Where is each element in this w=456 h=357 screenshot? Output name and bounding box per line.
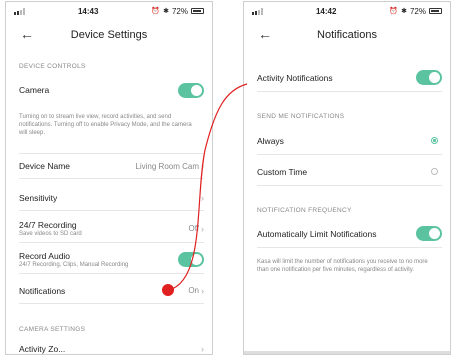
notifications-screen: 14:42 ⏰ ✱ 72% ← Notifications Activity N…	[243, 1, 451, 355]
record-audio-toggle[interactable]	[178, 252, 204, 267]
camera-row: Camera	[19, 77, 204, 103]
section-header-device-controls: DEVICE CONTROLS	[19, 63, 86, 70]
camera-toggle[interactable]	[178, 82, 204, 98]
nav-bar: ← Notifications	[244, 24, 450, 46]
battery-icon	[190, 8, 204, 14]
nav-bar: ← Device Settings	[6, 24, 212, 46]
auto-limit-label: Automatically Limit Notifications	[257, 228, 377, 239]
chevron-right-icon: ›	[201, 344, 204, 354]
always-option[interactable]: Always	[257, 127, 442, 155]
chevron-right-icon: ›	[201, 192, 204, 203]
device-settings-screen: 14:43 ⏰ ✱ 72% ← Device Settings DEVICE C…	[5, 1, 213, 355]
activity-notifications-toggle[interactable]	[416, 70, 442, 85]
record-audio-row: Record Audio 24/7 Recording, Clips, Manu…	[19, 246, 204, 274]
status-bar: 14:42 ⏰ ✱ 72%	[244, 2, 450, 20]
signal-icon	[252, 7, 263, 15]
camera-description: Turning on to stream live view, record a…	[19, 114, 192, 137]
notifications-row[interactable]: Notifications On ›	[19, 278, 204, 304]
device-name-label: Device Name	[19, 161, 71, 171]
battery-percent: 72%	[171, 6, 188, 16]
auto-limit-toggle[interactable]	[416, 226, 442, 241]
activity-zones-label: Activity Zo...	[19, 344, 66, 354]
record-audio-sublabel: 24/7 Recording, Clips, Manual Recording	[19, 262, 129, 268]
status-time: 14:43	[77, 6, 99, 16]
battery-percent: 72%	[409, 6, 426, 16]
activity-zones-row[interactable]: Activity Zo... ›	[19, 340, 204, 354]
page-title: Notifications	[317, 29, 377, 41]
sensitivity-row[interactable]: Sensitivity ›	[19, 185, 204, 211]
home-indicator	[244, 351, 450, 354]
activity-notifications-row: Activity Notifications	[257, 64, 442, 92]
chevron-right-icon: ›	[201, 223, 204, 234]
recording-value: Off	[188, 224, 199, 233]
recording-sublabel: Save videos to SD card	[19, 231, 82, 237]
notifications-label: Notifications	[19, 285, 66, 296]
chevron-right-icon: ›	[201, 285, 204, 296]
custom-time-radio[interactable]	[431, 168, 438, 175]
device-name-row[interactable]: Device Name Living Room Cam ›	[19, 153, 204, 179]
status-time: 14:42	[315, 6, 337, 16]
alarm-icon: ⏰	[389, 8, 399, 15]
section-header-frequency: NOTIFICATION FREQUENCY	[257, 207, 352, 214]
recording-label: 24/7 Recording	[19, 220, 77, 230]
section-header-send-me: SEND ME NOTIFICATIONS	[257, 113, 345, 120]
bluetooth-icon: ✱	[401, 8, 407, 15]
notifications-value: On	[188, 286, 199, 295]
page-title: Device Settings	[70, 29, 148, 41]
sensitivity-label: Sensitivity	[19, 192, 58, 203]
alarm-icon: ⏰	[151, 8, 161, 15]
record-audio-label: Record Audio	[19, 251, 71, 261]
bluetooth-icon: ✱	[163, 8, 169, 15]
device-name-value: Living Room Cam	[135, 161, 199, 171]
back-arrow-icon[interactable]: ←	[20, 26, 34, 42]
back-arrow-icon[interactable]: ←	[258, 26, 272, 42]
auto-limit-description: Kasa will limit the number of notificati…	[257, 259, 428, 274]
always-radio[interactable]	[431, 137, 438, 144]
always-label: Always	[257, 135, 284, 146]
battery-icon	[428, 8, 442, 14]
auto-limit-row: Automatically Limit Notifications	[257, 220, 442, 248]
custom-time-option[interactable]: Custom Time	[257, 158, 442, 186]
section-header-camera-settings: CAMERA SETTINGS	[19, 326, 86, 333]
recording-row[interactable]: 24/7 Recording Save videos to SD card Of…	[19, 215, 204, 243]
status-bar: 14:43 ⏰ ✱ 72%	[6, 2, 212, 20]
signal-icon	[14, 7, 25, 15]
chevron-right-icon: ›	[201, 161, 204, 171]
activity-notifications-label: Activity Notifications	[257, 72, 333, 83]
custom-time-label: Custom Time	[257, 166, 308, 177]
camera-label: Camera	[19, 85, 50, 95]
